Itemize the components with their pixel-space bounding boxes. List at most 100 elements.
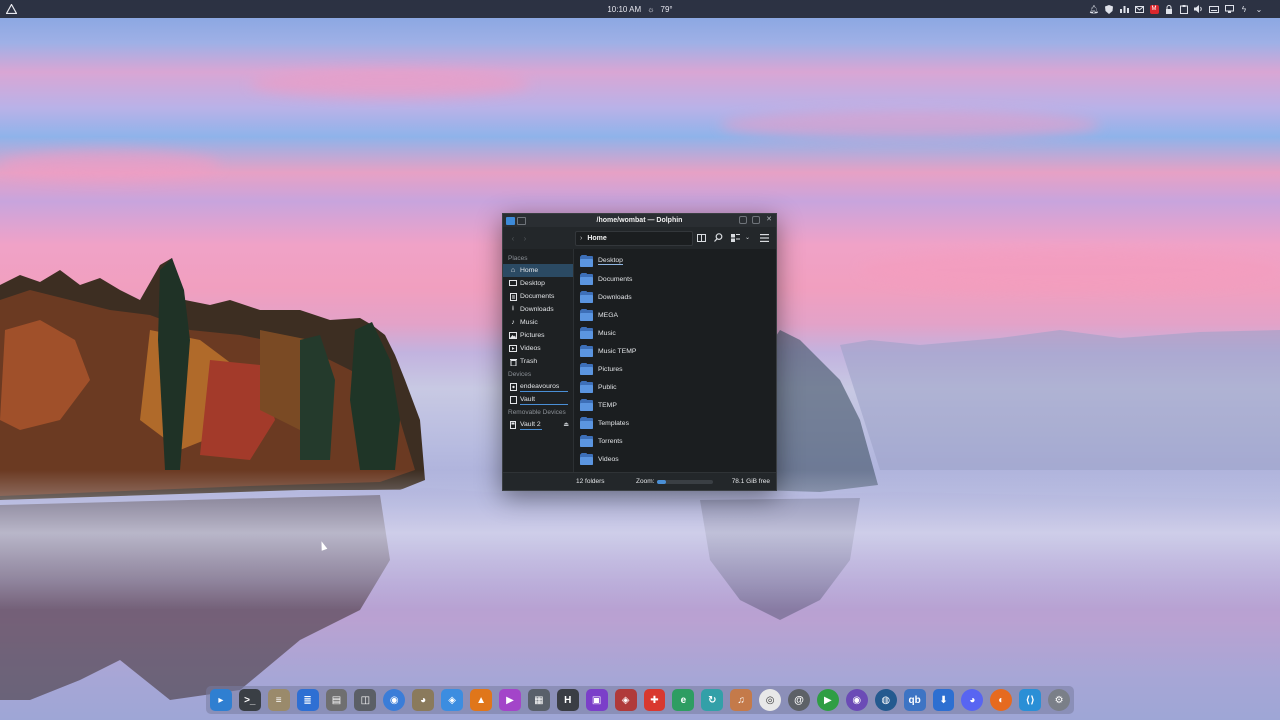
minimize-button[interactable] (739, 216, 747, 224)
bar-chart-icon[interactable] (1119, 4, 1129, 14)
sidebar-item-label: Vault (520, 396, 535, 403)
sidebar-item-downloads[interactable]: ⭳ Downloads (503, 303, 573, 316)
dock-app-video-player[interactable]: ▶ (498, 689, 521, 711)
dock-app-mail-at[interactable]: @ (788, 689, 810, 711)
mega-icon[interactable]: M (1149, 4, 1159, 14)
dock-app-gimp[interactable]: ◕ (412, 689, 435, 711)
calendar-icon: ▦ (534, 694, 544, 706)
dock-app-discord[interactable]: ◕ (961, 689, 984, 711)
list-item[interactable]: MEGA (574, 306, 776, 324)
terminal-icon: >_ (244, 694, 256, 706)
chevron-down-icon[interactable]: ⌄ (1254, 4, 1264, 14)
list-item[interactable]: Desktop (574, 252, 776, 270)
hamburger-menu-icon[interactable] (759, 232, 770, 243)
list-item[interactable]: Public (574, 378, 776, 396)
window-titlebar[interactable]: /home/wombat — Dolphin ✕ (503, 214, 776, 227)
view-mode-icon[interactable] (730, 232, 741, 243)
list-item[interactable]: Music (574, 324, 776, 342)
play-icon: ▶ (824, 694, 832, 706)
forward-button[interactable]: › (519, 232, 531, 244)
zoom-slider[interactable] (657, 479, 714, 484)
sidebar-item-trash[interactable]: Trash (503, 355, 573, 368)
dock-app-dolphin[interactable]: ▸ (209, 689, 232, 711)
volume-icon[interactable] (1194, 4, 1204, 14)
lock-icon[interactable] (1164, 4, 1174, 14)
clipboard-icon[interactable] (1179, 4, 1189, 14)
dock-app-vscode[interactable]: ⟨⟩ (1019, 689, 1042, 711)
drive-icon (509, 382, 517, 391)
sidebar-item-pictures[interactable]: Pictures (503, 329, 573, 342)
close-button[interactable]: ✕ (765, 216, 773, 224)
dock-app-audio-editor[interactable]: ◈ (614, 689, 637, 711)
folder-name: Documents (598, 275, 633, 283)
dock-app-vlc[interactable]: ▲ (470, 689, 492, 711)
dock-app-screenshot[interactable]: ◫ (354, 689, 377, 711)
sidebar-item-documents[interactable]: Documents (503, 290, 573, 303)
chevron-down-icon[interactable]: ⌄ (742, 232, 753, 243)
location-bar[interactable]: › Home (575, 231, 693, 246)
eject-icon[interactable]: ⏏ (563, 421, 569, 428)
dock-app-disc[interactable]: ◎ (759, 689, 782, 711)
usage-bar (520, 391, 568, 392)
bell-icon[interactable]: 🔔︎ (1089, 4, 1099, 14)
list-item[interactable]: Torrents (574, 432, 776, 450)
mail-icon[interactable] (1134, 4, 1144, 14)
dock-app-sync[interactable]: ↻ (701, 689, 724, 711)
dock-app-heading[interactable]: H (556, 689, 579, 711)
dock-app-music-app[interactable]: ♫ (730, 689, 753, 711)
battery-icon[interactable]: ϟ (1239, 4, 1249, 14)
dock-app-document-viewer[interactable]: ▤ (325, 689, 348, 711)
sidebar-item-videos[interactable]: Videos (503, 342, 573, 355)
list-item[interactable]: Videos (574, 450, 776, 468)
sidebar-item-music[interactable]: ♪ Music (503, 316, 573, 329)
dock-app-calendar[interactable]: ▦ (527, 689, 550, 711)
video-player-icon: ▶ (506, 694, 514, 706)
list-item[interactable]: Pictures (574, 360, 776, 378)
dolphin-window: /home/wombat — Dolphin ✕ ‹ › › Home ⌄ Pl… (502, 213, 777, 491)
dock-app-vpn[interactable]: ◈ (441, 689, 464, 711)
dock-app-first-aid[interactable]: ✚ (643, 689, 666, 711)
sidebar-item-home[interactable]: ⌂ Home (503, 264, 573, 277)
split-view-icon[interactable] (696, 232, 707, 243)
display-icon[interactable] (1224, 4, 1234, 14)
sidebar-item-vault[interactable]: Vault (503, 393, 573, 406)
dock-app-steam[interactable]: ◍ (874, 689, 897, 711)
search-icon[interactable] (713, 232, 724, 243)
back-button[interactable]: ‹ (507, 232, 519, 244)
dock-app-edge[interactable]: e (672, 689, 695, 711)
list-item[interactable]: TEMP (574, 396, 776, 414)
dock-app-kdenlive[interactable]: ▣ (585, 689, 608, 711)
list-item[interactable]: Music TEMP (574, 342, 776, 360)
folder-icon (580, 344, 593, 357)
app-launcher-button[interactable] (2, 0, 20, 18)
dock-app-qbittorrent[interactable]: qb (903, 689, 926, 711)
free-space[interactable]: 78.1 GiB free (732, 478, 770, 485)
dock-app-firefox[interactable]: ◐ (990, 689, 1013, 711)
qbittorrent-icon: qb (908, 694, 921, 706)
shield-icon[interactable] (1104, 4, 1114, 14)
sidebar-item-label: Videos (520, 345, 541, 352)
sidebar-item-vault-2[interactable]: Vault 2 ⏏ (503, 418, 573, 431)
dock-app-notes[interactable]: ≡ (267, 689, 290, 711)
dock-app-terminal[interactable]: >_ (238, 689, 261, 711)
list-item[interactable]: Templates (574, 414, 776, 432)
dock-app-downloader[interactable]: ⬇ (932, 689, 955, 711)
dock-app-writer[interactable]: ≣ (296, 689, 319, 711)
weather-temperature[interactable]: 79° (661, 5, 673, 14)
sidebar-item-endeavouros[interactable]: endeavouros (503, 380, 573, 393)
kdenlive-icon: ▣ (591, 694, 602, 706)
dock-app-media[interactable]: ◉ (845, 689, 868, 711)
clock-time[interactable]: 10:10 AM (607, 5, 641, 14)
dock-app-play[interactable]: ▶ (816, 689, 839, 711)
breadcrumb-home[interactable]: Home (587, 235, 606, 242)
list-item[interactable]: Downloads (574, 288, 776, 306)
list-item[interactable]: Documents (574, 270, 776, 288)
maximize-button[interactable] (752, 216, 760, 224)
folder-icon (580, 272, 593, 285)
keyboard-icon[interactable] (1209, 4, 1219, 14)
dock-app-chrome[interactable]: ◉ (383, 689, 406, 711)
folder-icon (580, 434, 593, 447)
sidebar-item-desktop[interactable]: Desktop (503, 277, 573, 290)
dock-app-settings[interactable]: ⚙ (1048, 689, 1071, 711)
video-icon (509, 345, 517, 353)
